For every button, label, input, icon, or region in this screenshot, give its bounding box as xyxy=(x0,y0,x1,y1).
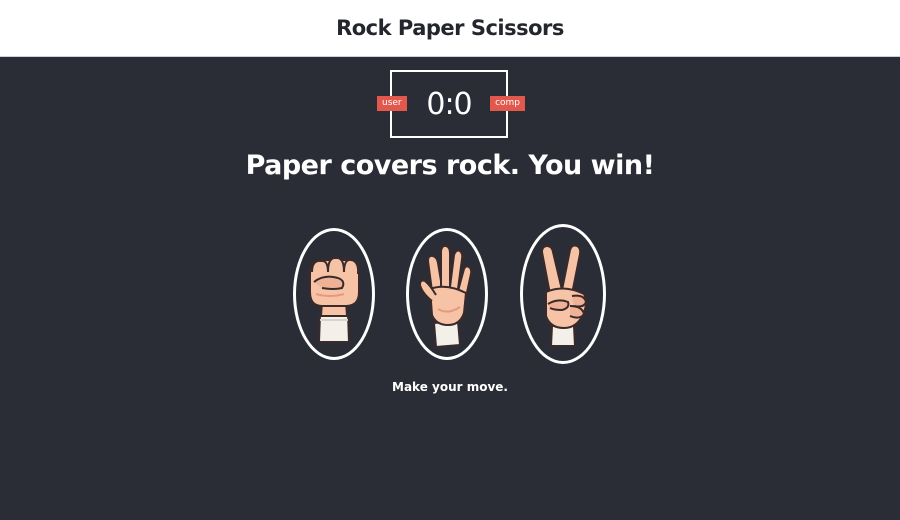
score-display: 0:0 xyxy=(426,86,472,122)
scissors-hand-icon xyxy=(540,244,588,347)
app-title: Rock Paper Scissors xyxy=(336,16,564,40)
scoreboard: user 0:0 comp xyxy=(377,70,525,138)
comp-score-badge: comp xyxy=(490,96,525,111)
rock-button[interactable] xyxy=(293,228,375,360)
paper-hand-icon xyxy=(418,244,473,349)
move-prompt: Make your move. xyxy=(392,380,508,394)
rock-fist-icon xyxy=(309,256,360,343)
paper-button[interactable] xyxy=(406,228,488,360)
app-header: Rock Paper Scissors xyxy=(0,0,900,57)
result-message: Paper covers rock. You win! xyxy=(245,150,655,181)
user-score-badge: user xyxy=(377,96,407,111)
scissors-button[interactable] xyxy=(520,224,606,364)
